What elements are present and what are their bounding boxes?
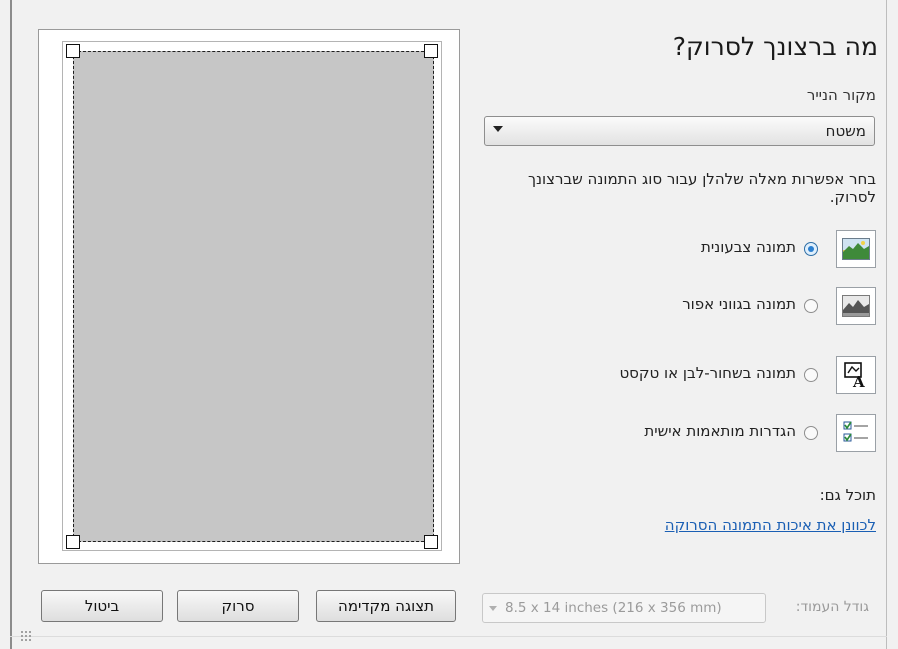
cancel-button[interactable]: ביטול [41,590,163,622]
black-white-text-radio[interactable] [804,368,818,382]
option-custom-settings[interactable]: הגדרות מותאמות אישית [480,414,876,454]
grayscale-picture-icon[interactable] [836,287,876,325]
black-white-text-icon[interactable]: A [836,356,876,394]
color-picture-radio[interactable] [804,242,818,256]
color-picture-icon[interactable] [836,230,876,268]
chevron-down-icon [493,126,503,132]
crop-handle-bottom-left[interactable] [66,535,80,549]
crop-handle-top-left[interactable] [66,44,80,58]
preview-button[interactable]: תצוגה מקדימה [316,590,456,622]
custom-settings-icon[interactable] [836,414,876,452]
scan-selection-area[interactable] [73,51,434,542]
grayscale-picture-label: תמונה בגווני אפור [682,295,796,313]
custom-settings-radio[interactable] [804,426,818,440]
paper-source-dropdown[interactable]: משטח [484,116,875,146]
crop-handle-bottom-right[interactable] [424,535,438,549]
page-size-value: 8.5 x 14 inches (216 x 356 mm) [505,600,722,616]
paper-source-value: משטח [825,122,866,140]
paper-source-label: מקור הנייר [806,86,876,104]
window-right-border [886,0,887,649]
option-color-picture[interactable]: תמונה צבעונית [480,230,876,270]
window-left-border [10,0,12,649]
also-label: תוכל גם: [819,486,876,504]
adjust-quality-link[interactable]: לכוונן את איכות התמונה הסרוקה [665,516,876,534]
grayscale-picture-radio[interactable] [804,299,818,313]
page-size-dropdown[interactable]: 8.5 x 14 inches (216 x 356 mm) [482,593,766,623]
black-white-text-label: תמונה בשחור-לבן או טקסט [619,364,796,382]
resize-grip[interactable] [20,630,32,642]
scan-button[interactable]: סרוק [177,590,299,622]
picture-type-instructions: בחר אפשרות מאלה שלהלן עבור סוג התמונה שב… [527,170,876,206]
crop-handle-top-right[interactable] [424,44,438,58]
svg-text:A: A [852,373,865,389]
color-picture-label: תמונה צבעונית [701,238,796,256]
option-black-white-text[interactable]: A תמונה בשחור-לבן או טקסט [480,356,876,396]
window-bottom-border [10,636,887,637]
custom-settings-label: הגדרות מותאמות אישית [644,422,796,440]
option-grayscale-picture[interactable]: תמונה בגווני אפור [480,287,876,327]
page-size-label: גודל העמוד: [795,599,869,615]
dialog-title: מה ברצונך לסרוק? [672,32,878,61]
chevron-down-icon [489,606,497,611]
